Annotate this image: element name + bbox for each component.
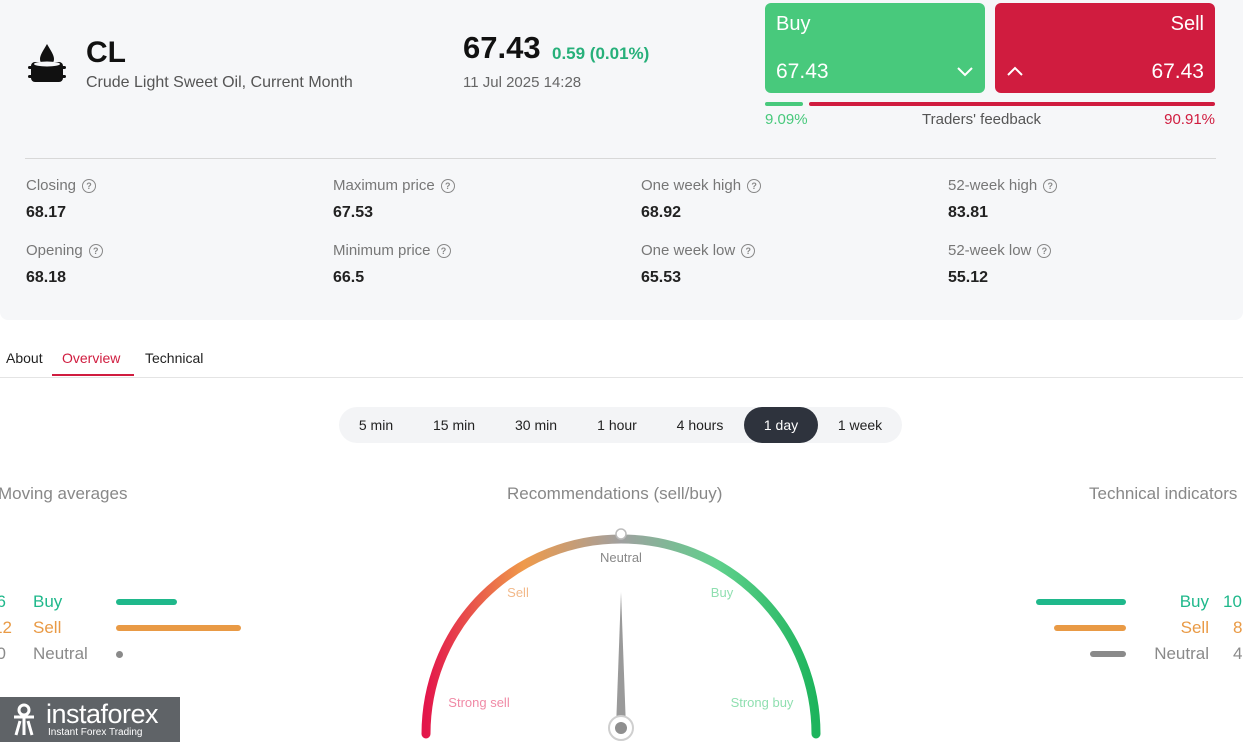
timeframe-30min[interactable]: 30 min — [501, 407, 571, 443]
logo-tagline: Instant Forex Trading — [48, 727, 143, 738]
ma-buy-bar — [116, 599, 177, 605]
buy-button-price: 67.43 — [776, 60, 829, 83]
section-tabs: About Overview Technical — [0, 340, 1243, 378]
stat-label: Minimum price — [333, 242, 431, 259]
feedback-buy-percent: 9.09% — [765, 111, 808, 128]
traders-feedback-bar — [765, 102, 1215, 106]
timeframe-4hours[interactable]: 4 hours — [664, 407, 736, 443]
ti-sell-count: 8 — [1233, 618, 1243, 637]
stat-label: One week high — [641, 177, 742, 194]
instrument-panel: CL Crude Light Sweet Oil, Current Month … — [0, 0, 1243, 320]
chevron-up-icon — [1007, 66, 1023, 76]
stat-week-high: One week high? 68.92 — [641, 177, 762, 222]
stat-label: One week low — [641, 242, 736, 259]
ti-buy-bar — [1036, 599, 1126, 605]
timeframe-5min[interactable]: 5 min — [347, 407, 405, 443]
tab-technical[interactable]: Technical — [145, 350, 203, 366]
logo-emblem-icon — [14, 703, 34, 736]
buy-button-label: Buy — [776, 13, 811, 35]
ma-neutral-bar — [116, 650, 123, 658]
sell-button-price: 67.43 — [1151, 60, 1204, 83]
stat-closing: Closing? 68.17 — [26, 177, 97, 222]
stat-label: 52-week high — [948, 177, 1038, 194]
gauge-label-buy: Buy — [711, 585, 734, 600]
help-icon[interactable]: ? — [1043, 178, 1058, 193]
active-tab-indicator — [52, 374, 134, 376]
ti-sell-bar — [1054, 625, 1126, 631]
feedback-sell-fill — [809, 102, 1215, 106]
gauge-needle — [616, 592, 626, 728]
timeframe-1week[interactable]: 1 week — [829, 407, 891, 443]
stat-value: 68.17 — [26, 204, 67, 221]
ma-neutral-label: Neutral — [33, 644, 88, 663]
buy-button[interactable]: Buy 67.43 — [765, 3, 985, 93]
current-price: 67.43 — [463, 30, 541, 65]
instrument-ticker: CL — [86, 36, 126, 69]
sell-button[interactable]: Sell 67.43 — [995, 3, 1215, 93]
instaforex-logo[interactable]: instaforex Instant Forex Trading — [0, 697, 180, 742]
help-icon[interactable]: ? — [741, 243, 756, 258]
help-icon[interactable]: ? — [440, 178, 455, 193]
stat-week-low: One week low? 65.53 — [641, 242, 756, 287]
recommendations-title: Recommendations (sell/buy) — [507, 484, 723, 503]
timeframe-1day[interactable]: 1 day — [744, 407, 818, 443]
stat-value: 65.53 — [641, 269, 682, 286]
stat-52-week-high: 52-week high? 83.81 — [948, 177, 1058, 222]
ti-buy-count: 10 — [1223, 592, 1242, 611]
sell-button-label: Sell — [1170, 13, 1204, 35]
technical-indicators-title: Technical indicators — [1089, 484, 1238, 503]
stat-52-week-low: 52-week low? 55.12 — [948, 242, 1052, 287]
stat-value: 66.5 — [333, 269, 365, 286]
stat-value: 67.53 — [333, 204, 374, 221]
feedback-buy-fill — [765, 102, 803, 106]
ma-sell-label: Sell — [33, 618, 62, 637]
instrument-description: Crude Light Sweet Oil, Current Month — [86, 74, 353, 91]
stat-minimum-price: Minimum price? 66.5 — [333, 242, 451, 287]
gauge-top-marker — [615, 528, 627, 540]
quote-datetime: 11 Jul 2025 14:28 — [463, 74, 582, 91]
ti-sell-label: Sell — [1180, 618, 1209, 637]
stat-opening: Opening? 68.18 — [26, 242, 103, 287]
tab-overview[interactable]: Overview — [62, 350, 120, 366]
stat-label: Opening — [26, 242, 83, 259]
stat-label: Closing — [26, 177, 77, 194]
timeframe-1hour[interactable]: 1 hour — [584, 407, 650, 443]
gauge-label-strong-buy: Strong buy — [731, 695, 794, 710]
ma-sell-bar — [116, 625, 241, 631]
stat-value: 68.18 — [26, 269, 67, 286]
timeframe-selector: 5 min 15 min 30 min 1 hour 4 hours 1 day… — [339, 407, 902, 443]
help-icon[interactable]: ? — [1037, 243, 1052, 258]
stat-value: 68.92 — [641, 204, 682, 221]
price-change: 0.59 (0.01%) — [552, 44, 650, 63]
gauge-label-strong-sell: Strong sell — [448, 695, 510, 710]
stat-maximum-price: Maximum price? 67.53 — [333, 177, 455, 222]
ma-buy-label: Buy — [33, 592, 63, 611]
divider — [25, 158, 1216, 159]
recommendation-gauge: Neutral Sell Buy Strong sell Strong buy — [421, 528, 821, 741]
ti-buy-label: Buy — [1179, 592, 1209, 611]
help-icon[interactable]: ? — [436, 243, 451, 258]
logo-name: instaforex — [46, 699, 159, 729]
ti-neutral-bar — [1090, 651, 1126, 657]
feedback-sell-percent: 90.91% — [1164, 111, 1215, 128]
stat-value: 83.81 — [948, 204, 989, 221]
help-icon[interactable]: ? — [747, 178, 762, 193]
tab-about[interactable]: About — [6, 350, 43, 366]
ti-neutral-count: 4 — [1233, 644, 1243, 663]
traders-feedback-label: Traders' feedback — [922, 111, 1042, 128]
gauge-label-neutral: Neutral — [600, 550, 642, 565]
gauge-label-sell: Sell — [507, 585, 529, 600]
timeframe-15min[interactable]: 15 min — [419, 407, 489, 443]
moving-averages-title: Moving averages — [0, 484, 128, 503]
help-icon[interactable]: ? — [88, 243, 103, 258]
stat-label: Maximum price — [333, 177, 435, 194]
chevron-down-icon — [957, 67, 973, 77]
gauge-pivot-center — [615, 722, 627, 734]
help-icon[interactable]: ? — [82, 178, 97, 193]
ti-neutral-label: Neutral — [1154, 644, 1209, 663]
stat-value: 55.12 — [948, 269, 989, 286]
oil-barrel-icon — [28, 44, 66, 82]
stat-label: 52-week low — [948, 242, 1032, 259]
